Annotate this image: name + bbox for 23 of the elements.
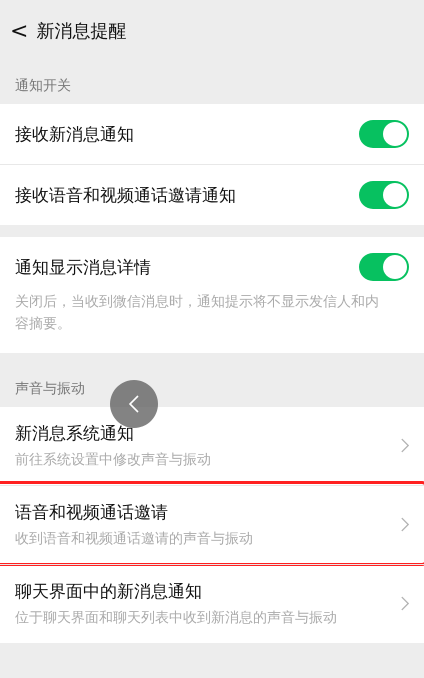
chevron-icon — [401, 438, 409, 452]
toggle-switch[interactable] — [359, 120, 409, 148]
chevron-icon — [401, 516, 409, 532]
settings-item[interactable]: 新消息系统通知 前往系统设置中修改声音与振动 — [0, 407, 424, 485]
setting-label: 语音和视频通话邀请 — [15, 502, 168, 524]
toggle-switch[interactable] — [359, 181, 409, 209]
page-title: 新消息提醒 — [36, 20, 126, 43]
setting-description: 收到语音和视频通话邀请的声音与振动 — [15, 530, 254, 549]
setting-label: 接收新消息通知 — [15, 124, 134, 146]
section-label: 通知开关 — [14, 77, 72, 96]
back-button[interactable]: < — [0, 18, 36, 44]
setting-label: 接收语音和视频通话邀请通知 — [15, 184, 236, 206]
setting-description: 前往系统设置中修改声音与振动 — [15, 451, 212, 470]
setting-description: 关闭后，当收到微信消息时，通知提示将不显示发信人和内容摘要。 — [15, 293, 380, 334]
settings-item[interactable]: 聊天界面中的新消息通知 位于聊天界面和聊天列表中收到新消息的声音与振动 — [0, 564, 424, 643]
toggle-switch[interactable] — [359, 253, 409, 281]
setting-label: 通知显示消息详情 — [15, 256, 151, 278]
setting-label: 新消息系统通知 — [15, 422, 134, 444]
section-label: 声音与振动 — [14, 380, 86, 399]
chevron-icon — [401, 596, 409, 610]
setting-label: 聊天界面中的新消息通知 — [15, 580, 202, 602]
settings-item[interactable]: 语音和视频通话邀请 收到语音和视频通话邀请的声音与振动 — [0, 485, 424, 564]
setting-description: 位于聊天界面和聊天列表中收到新消息的声音与振动 — [15, 609, 338, 628]
